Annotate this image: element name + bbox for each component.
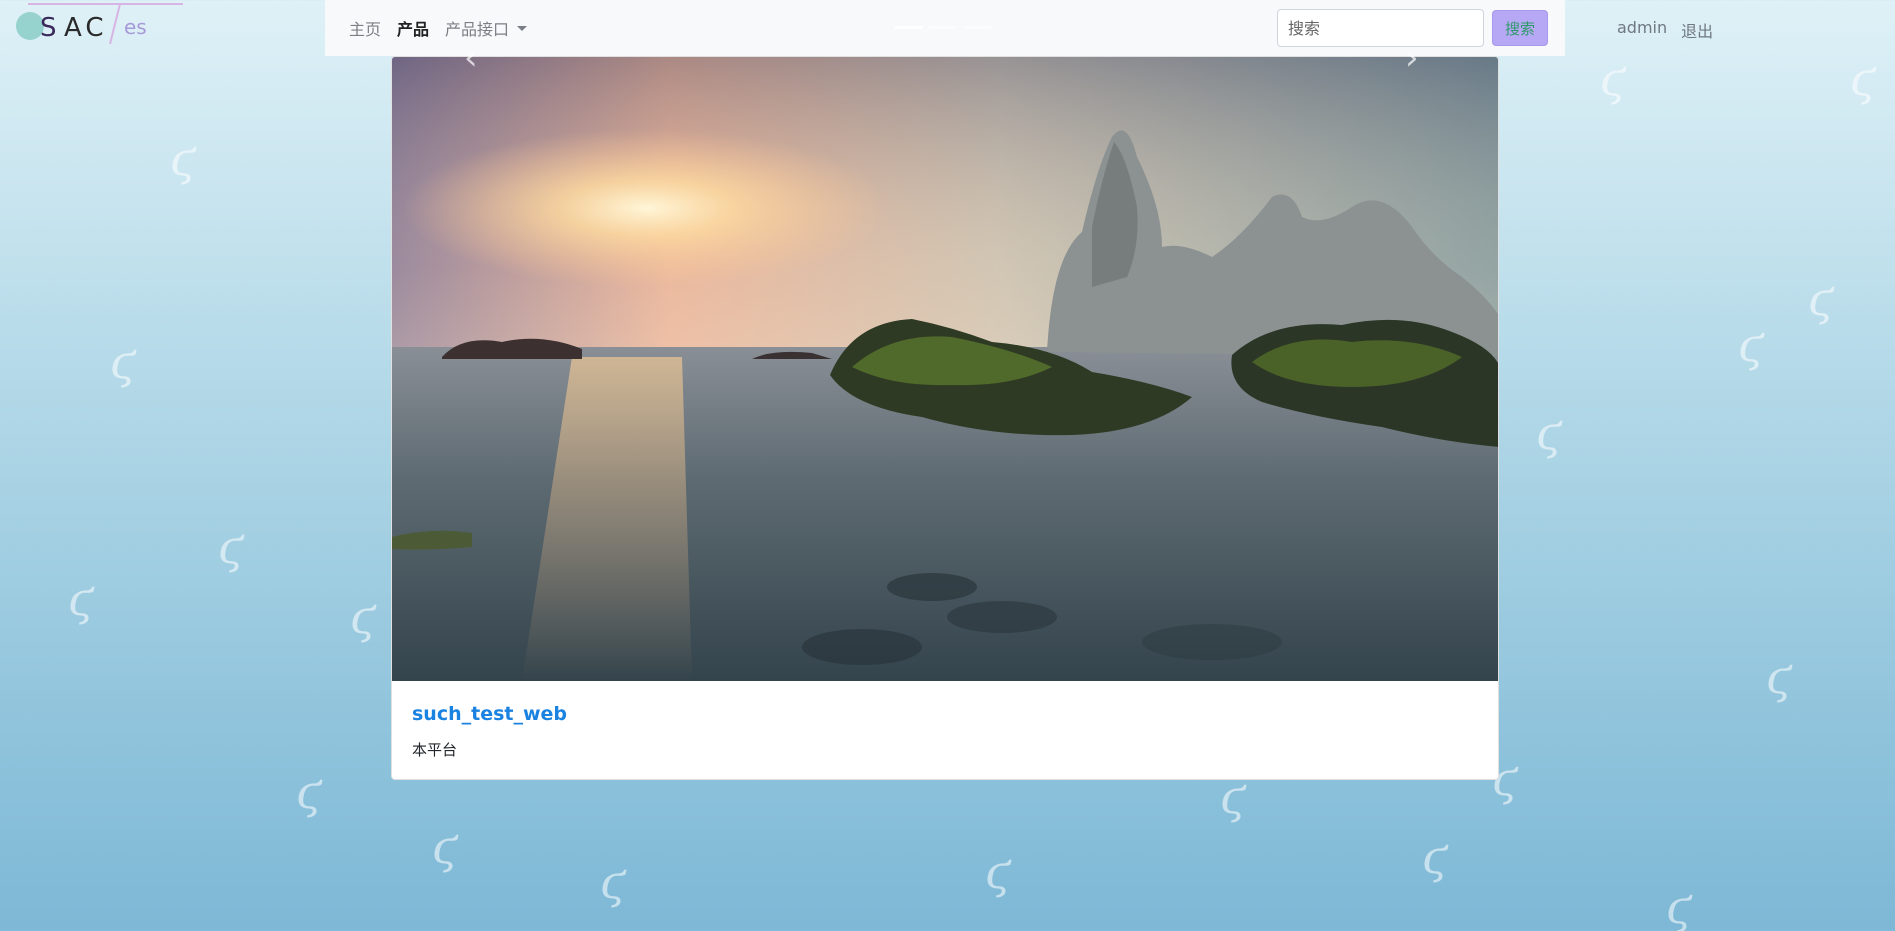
card-title-link[interactable]: such_test_web (412, 703, 567, 725)
caret-down-icon (517, 25, 528, 31)
nav-product-api-dropdown[interactable]: 产品接口 (445, 16, 528, 40)
chevron-right-icon[interactable]: › (1405, 38, 1419, 78)
swirl-decoration: ϛ (110, 335, 136, 389)
carousel-indicator-2[interactable] (929, 26, 957, 29)
product-card: such_test_web 本平台 (391, 56, 1499, 780)
swirl-decoration: ϛ (600, 855, 626, 909)
carousel-indicators (895, 26, 991, 29)
swirl-decoration: ϛ (296, 765, 322, 819)
swirl-decoration: ϛ (1600, 52, 1626, 106)
swirl-decoration: ϛ (1536, 406, 1562, 460)
sactest-logo: S AC es (16, 3, 183, 45)
logout-link[interactable]: 退出 (1681, 18, 1713, 42)
nav-product-api-label: 产品接口 (445, 20, 510, 39)
carousel-slide-image (392, 57, 1498, 681)
swirl-decoration: ϛ (170, 132, 196, 186)
nav-products[interactable]: 产品 (397, 16, 429, 40)
swirl-decoration: ϛ (432, 820, 458, 874)
carousel-indicator-1[interactable] (895, 26, 923, 29)
search-button[interactable]: 搜索 (1492, 10, 1548, 46)
swirl-decoration: ϛ (68, 572, 94, 626)
chevron-left-icon[interactable]: ‹ (464, 38, 478, 78)
logo-text-es: es (124, 15, 147, 39)
swirl-decoration: ϛ (1738, 318, 1764, 372)
top-navbar: 主页 产品 产品接口 搜索 (325, 0, 1565, 56)
card-description: 本平台 (412, 741, 458, 759)
carousel-indicator-3[interactable] (963, 26, 991, 29)
swirl-decoration: ϛ (1422, 830, 1448, 884)
swirl-decoration: ϛ (1808, 272, 1834, 326)
swirl-decoration: ϛ (985, 845, 1011, 899)
search-input[interactable] (1277, 9, 1484, 47)
logo-text-ac: AC (64, 13, 107, 43)
username-link[interactable]: admin (1617, 18, 1667, 42)
user-area: admin 退出 (1617, 18, 1713, 42)
swirl-decoration: ϛ (1666, 880, 1692, 931)
swirl-decoration: ϛ (350, 590, 376, 644)
logo-text-s: S (40, 13, 57, 43)
nav-home[interactable]: 主页 (349, 16, 381, 40)
swirl-decoration: ϛ (1850, 52, 1876, 106)
swirl-decoration: ϛ (218, 520, 244, 574)
swirl-decoration: ϛ (1766, 650, 1792, 704)
